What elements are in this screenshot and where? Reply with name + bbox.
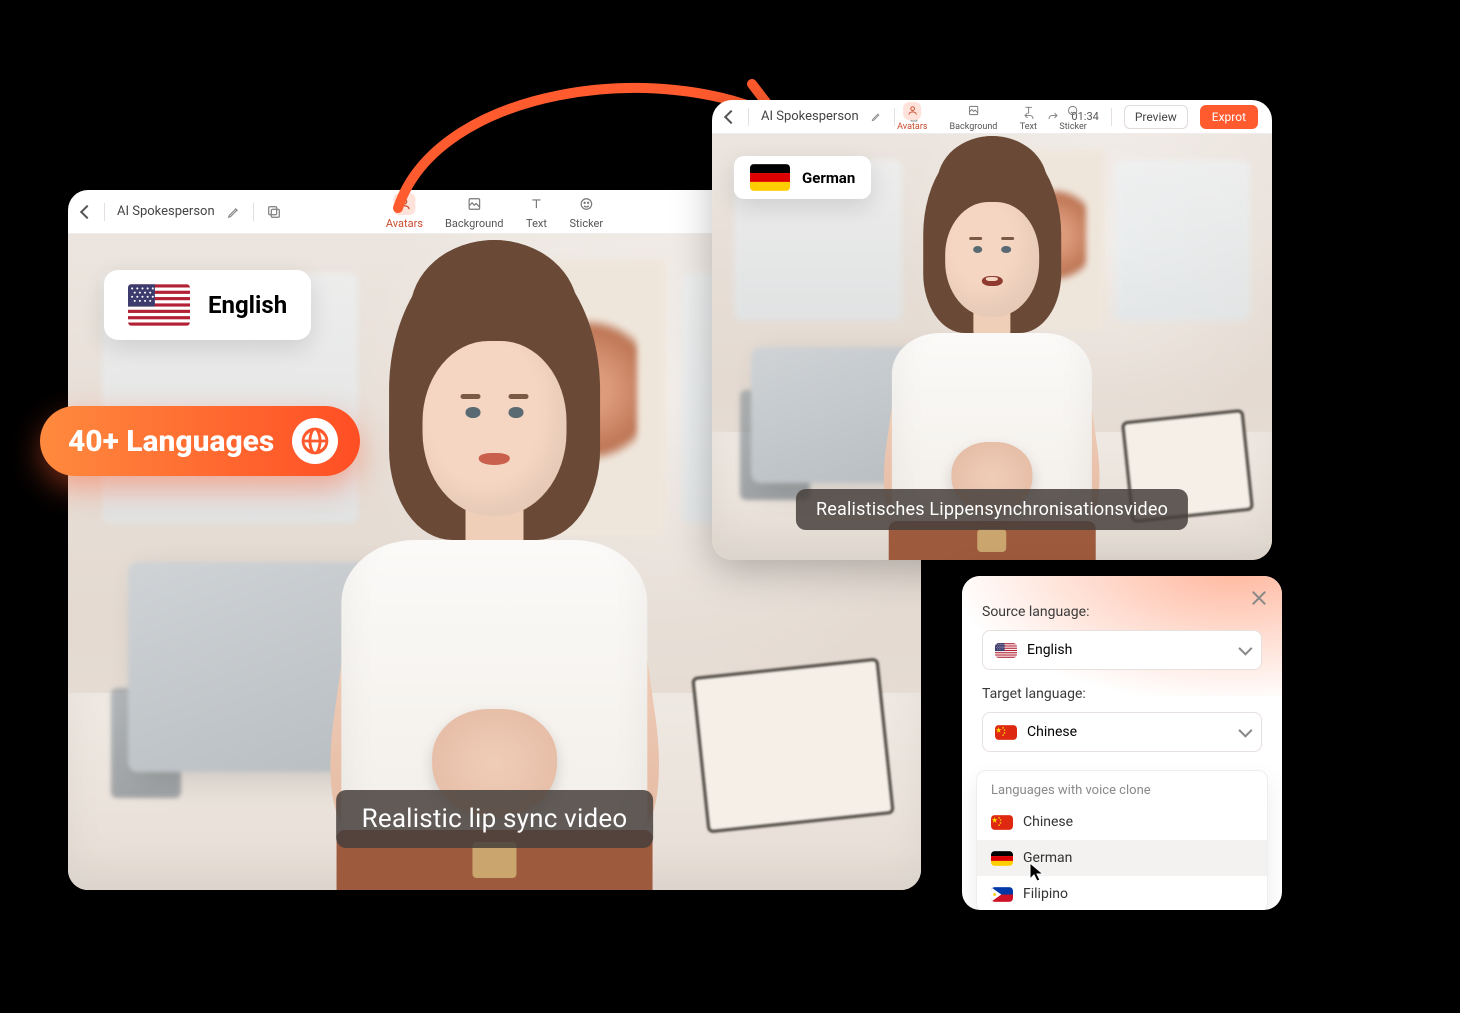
source-language-label: Source language: [982,604,1262,620]
avatar-icon [903,102,921,120]
divider [1111,108,1112,126]
export-button[interactable]: Exprot [1200,105,1258,129]
language-badge-label: German [802,169,855,187]
sticker-icon [575,193,597,215]
tab-background[interactable]: Background [950,102,998,132]
tab-label: Avatars [897,122,927,132]
editor-panel-target: AI Spokesperson Avatars Background [712,100,1272,560]
flag-de-icon [750,164,790,191]
tab-label: Text [526,217,547,230]
text-icon [526,193,548,215]
flag-us-icon [995,643,1017,658]
sticker-icon [1064,102,1082,120]
dropdown-option-filipino[interactable]: Filipino [977,876,1267,910]
tab-label: Text [1020,122,1037,132]
tab-label: Background [445,217,503,230]
dropdown-group-title: Languages with voice clone [977,771,1267,804]
background-icon [964,102,982,120]
project-title[interactable]: AI Spokesperson [761,109,859,124]
chevron-down-icon [1238,642,1252,656]
option-label: Filipino [1023,886,1068,902]
dropdown-option-chinese[interactable]: Chinese [977,804,1267,840]
globe-icon [292,418,338,464]
layers-icon[interactable] [266,204,282,220]
text-icon [1019,102,1037,120]
tab-label: Background [950,122,998,132]
rename-icon[interactable] [227,205,241,219]
tab-label: Sticker [1059,122,1086,132]
tab-avatars[interactable]: Avatars [386,193,423,230]
tab-label: Sticker [570,217,604,230]
tab-sticker[interactable]: Sticker [1059,102,1086,132]
divider [253,203,254,221]
chevron-down-icon [1238,724,1252,738]
project-title[interactable]: AI Spokesperson [117,204,215,219]
rename-icon[interactable] [871,111,882,122]
tab-background[interactable]: Background [445,193,503,230]
caption-source: Realistic lip sync video [336,790,654,848]
select-value: English [1027,642,1072,658]
language-badge-source: English [104,270,311,340]
dropdown-option-german[interactable]: German [977,840,1267,876]
divider [748,108,749,126]
back-icon[interactable] [80,204,94,218]
target-language-label: Target language: [982,686,1262,702]
flag-ph-icon [991,887,1013,902]
target-language-select[interactable]: Chinese [982,712,1262,752]
flag-cn-icon [991,815,1013,830]
tab-avatars[interactable]: Avatars [897,102,927,132]
canvas-target[interactable]: German Realistisches Lippensynchronisati… [712,134,1272,560]
languages-pill: 40+ Languages [40,406,360,476]
flag-cn-icon [995,725,1017,740]
flag-us-icon [128,284,190,326]
option-label: Chinese [1023,814,1073,830]
flag-de-icon [991,851,1013,866]
language-picker-panel: Source language: English Target language… [962,576,1282,910]
languages-pill-label: 40+ Languages [68,424,274,459]
language-badge-target: German [734,156,871,199]
divider [104,203,105,221]
avatar-icon [393,193,415,215]
tab-label: Avatars [386,217,423,230]
tab-sticker[interactable]: Sticker [570,193,604,230]
target-language-dropdown: Languages with voice clone Chinese Germa… [976,770,1268,910]
tab-text[interactable]: Text [1019,102,1037,132]
tab-text[interactable]: Text [526,193,548,230]
select-value: Chinese [1027,724,1077,740]
cursor-icon [1029,862,1045,882]
background-icon [463,193,485,215]
caption-target: Realistisches Lippensynchronisationsvide… [796,489,1188,530]
source-language-select[interactable]: English [982,630,1262,670]
back-icon[interactable] [724,109,738,123]
preview-button[interactable]: Preview [1124,105,1188,129]
toolbar-target: AI Spokesperson Avatars Background [712,100,1272,134]
divider [894,108,895,126]
language-badge-label: English [208,291,287,319]
